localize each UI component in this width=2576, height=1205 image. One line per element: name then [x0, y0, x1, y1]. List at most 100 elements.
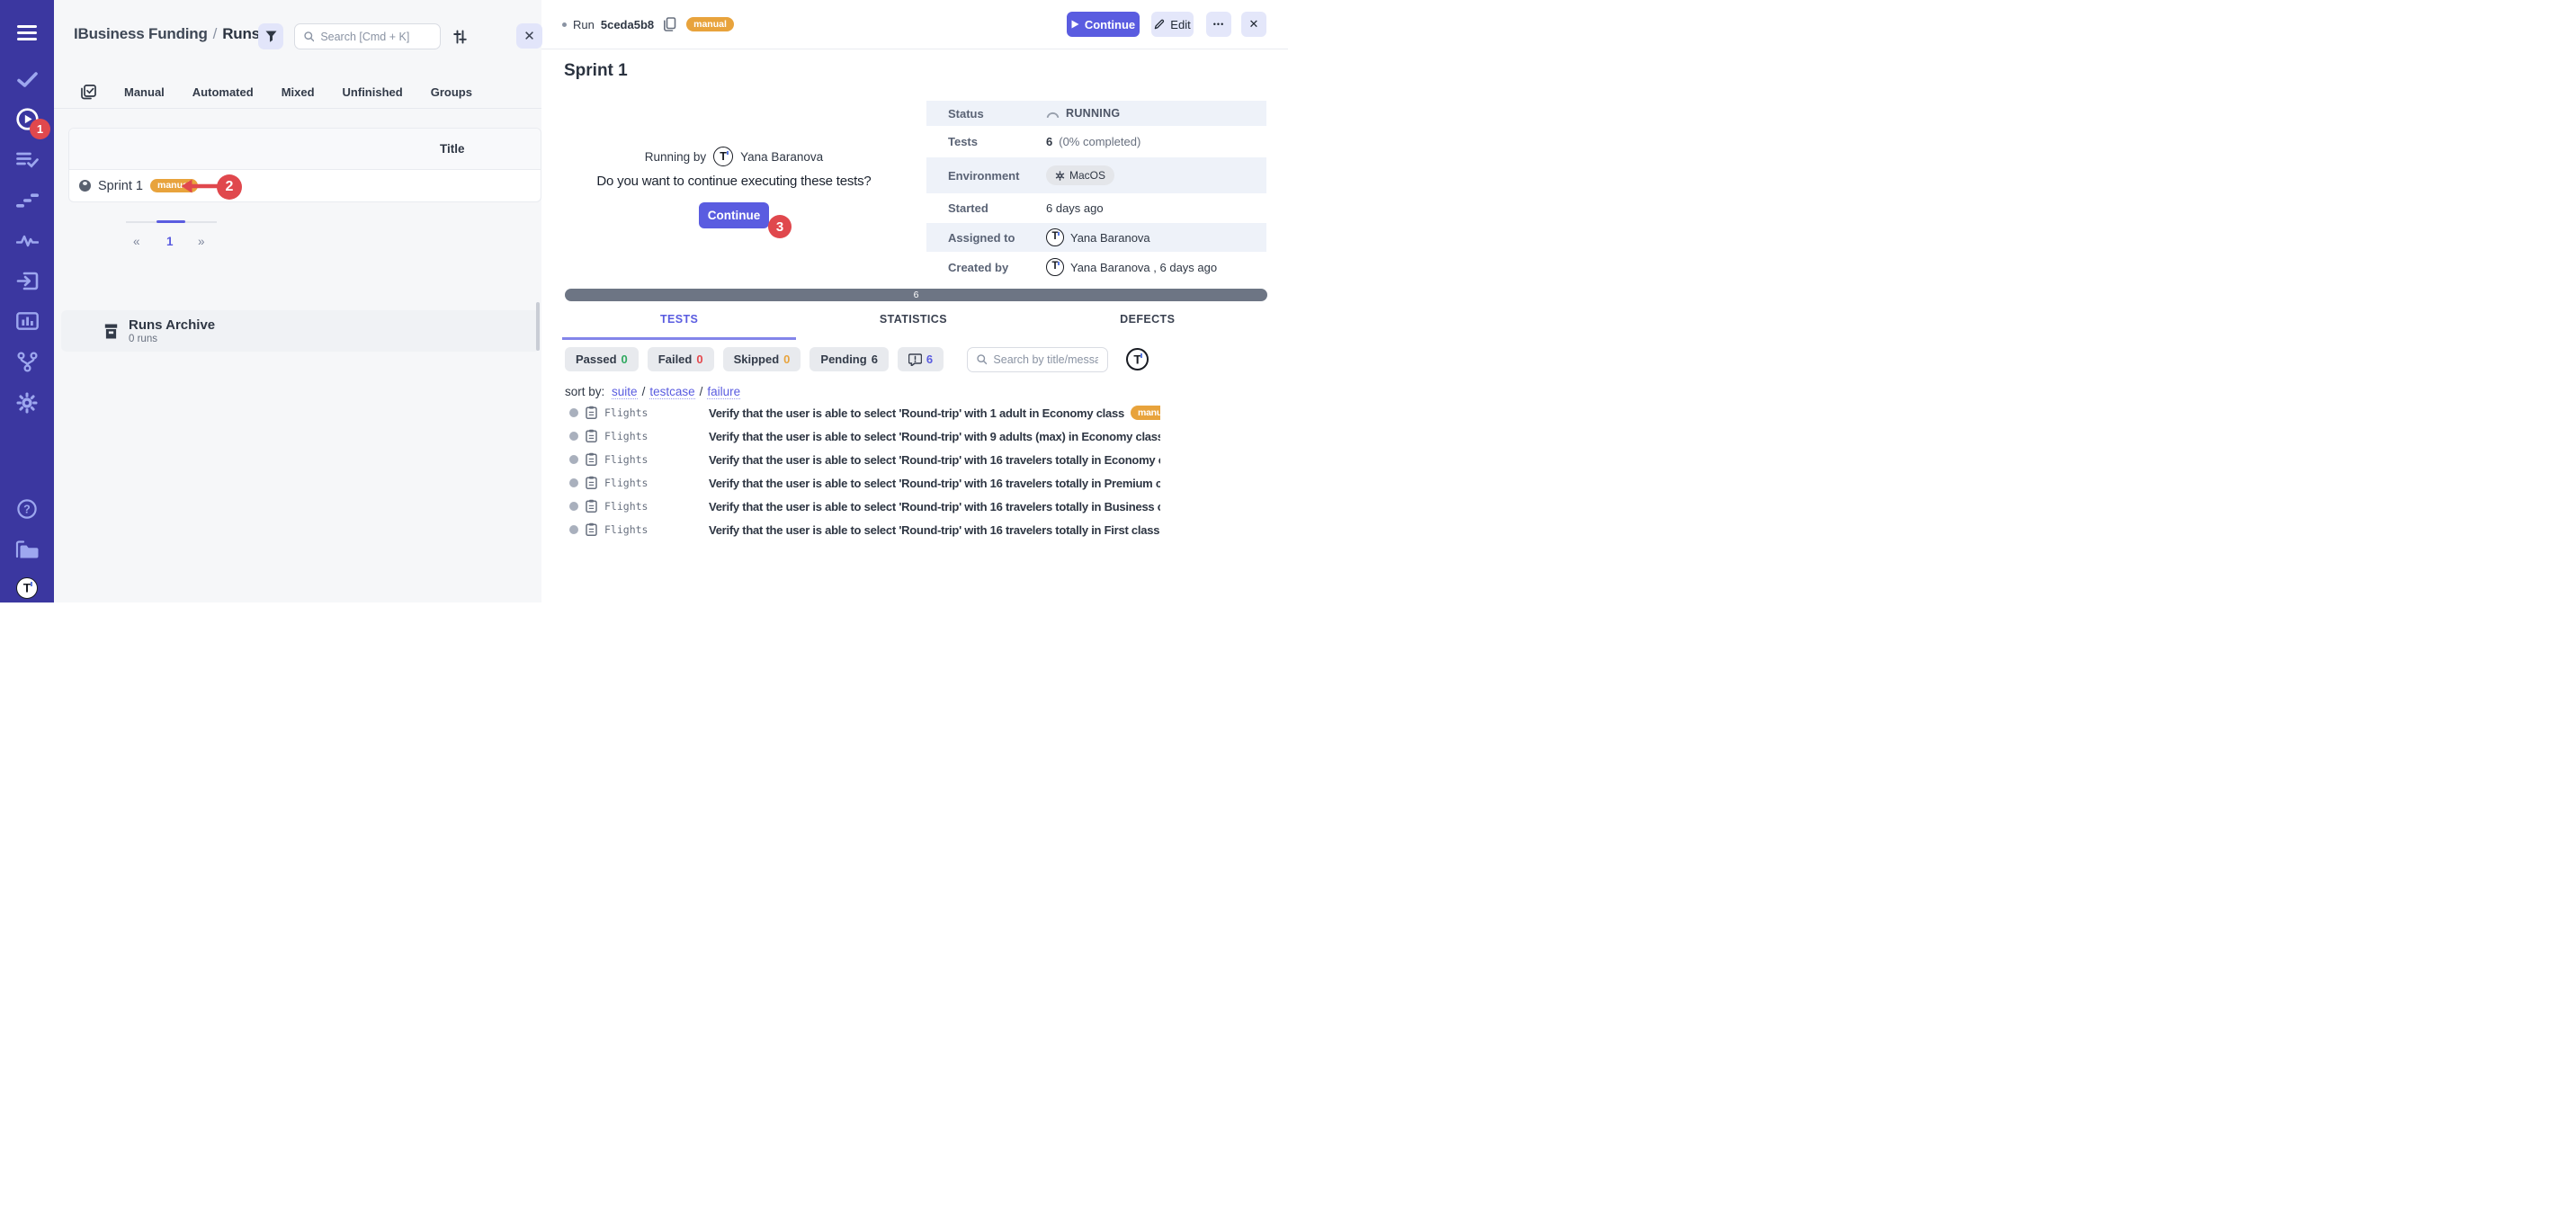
sort-by-testcase[interactable]: testcase: [649, 385, 694, 399]
tab-manual[interactable]: Manual: [124, 85, 165, 99]
run-detail-panel: Run 5ceda5b8 manual Continue Edit ••• ✕ …: [541, 0, 1288, 602]
play-icon: [1071, 20, 1079, 29]
settings-gear-icon[interactable]: [0, 392, 54, 414]
tab-unfinished[interactable]: Unfinished: [343, 85, 403, 99]
environment-badge[interactable]: MacOS: [1046, 165, 1114, 185]
import-icon[interactable]: [0, 272, 54, 290]
detail-tabs: TESTS STATISTICS DEFECTS: [562, 313, 1265, 340]
menu-icon[interactable]: [0, 23, 54, 41]
tests-search-input[interactable]: [993, 353, 1098, 366]
tab-statistics[interactable]: STATISTICS: [796, 313, 1030, 340]
milestones-steps-icon[interactable]: [0, 192, 54, 209]
left-panel-scrollbar[interactable]: [536, 302, 540, 351]
tab-mixed[interactable]: Mixed: [282, 85, 315, 99]
test-title[interactable]: Verify that the user is able to select '…: [709, 477, 1160, 490]
run-bullet-icon: [562, 22, 567, 27]
continue-center-button[interactable]: Continue: [699, 202, 769, 228]
user-avatar[interactable]: T: [0, 577, 54, 599]
runs-search-input[interactable]: [320, 31, 431, 43]
more-button[interactable]: •••: [1206, 12, 1231, 37]
test-title[interactable]: Verify that the user is able to select '…: [709, 430, 1160, 443]
suite-name[interactable]: Flights: [604, 453, 648, 466]
pending-status-icon: [569, 432, 578, 441]
help-icon[interactable]: ?: [0, 499, 54, 519]
tests-search[interactable]: [967, 347, 1108, 372]
suite-name[interactable]: Flights: [604, 406, 648, 419]
continue-button[interactable]: Continue: [1067, 12, 1140, 37]
test-row[interactable]: Flights Verify that the user is able to …: [565, 426, 1160, 446]
runner-avatar: T: [713, 147, 733, 166]
run-manual-badge: manual: [686, 17, 734, 31]
runner-name: Yana Baranova: [740, 150, 823, 164]
test-row[interactable]: Flights Verify that the user is able to …: [565, 496, 1160, 516]
reports-bar-chart-icon[interactable]: [0, 312, 54, 330]
filter-skipped[interactable]: Skipped0: [723, 347, 801, 371]
started-row: Started 6 days ago: [926, 193, 1266, 223]
suite-name[interactable]: Flights: [604, 500, 648, 513]
testcase-icon: [586, 499, 597, 517]
sort-by-failure[interactable]: failure: [707, 385, 740, 399]
test-title[interactable]: Verify that the user is able to select '…: [709, 453, 1160, 467]
projects-folder-icon[interactable]: [0, 540, 54, 558]
analytics-pulse-icon[interactable]: [0, 234, 54, 247]
sort-controls: sort by: suite/testcase/failure: [565, 385, 740, 398]
test-plans-icon[interactable]: [0, 152, 54, 169]
test-row[interactable]: Flights Verify that the user is able to …: [565, 450, 1160, 469]
close-panel-button[interactable]: ✕: [516, 23, 542, 49]
select-all-icon[interactable]: [81, 85, 96, 100]
adjustments-icon[interactable]: [452, 30, 468, 49]
test-row[interactable]: Flights Verify that the user is able to …: [565, 403, 1160, 423]
run-name[interactable]: Sprint 1: [98, 179, 143, 193]
environment-row: Environment MacOS: [926, 157, 1266, 193]
suite-name[interactable]: Flights: [604, 430, 648, 442]
test-title[interactable]: Verify that the user is able to select '…: [709, 406, 1124, 420]
suite-name[interactable]: Flights: [604, 523, 648, 536]
pending-status-icon: [569, 502, 578, 511]
pending-status-icon: [569, 455, 578, 464]
copy-icon[interactable]: [663, 17, 676, 31]
comment-icon: [908, 353, 922, 366]
running-by-label: Running by: [645, 150, 706, 164]
test-row[interactable]: Flights Verify that the user is able to …: [565, 473, 1160, 493]
pagination-indicator: [157, 220, 185, 223]
breadcrumb-project[interactable]: IBusiness Funding: [74, 25, 208, 42]
tab-automated[interactable]: Automated: [192, 85, 254, 99]
status-value: RUNNING: [1066, 107, 1120, 120]
pagination-prev[interactable]: «: [133, 235, 140, 248]
pagination-next[interactable]: »: [198, 235, 205, 248]
test-title[interactable]: Verify that the user is able to select '…: [709, 500, 1160, 513]
tests-check-icon[interactable]: [0, 72, 54, 87]
filter-failed[interactable]: Failed0: [648, 347, 714, 371]
tab-groups[interactable]: Groups: [431, 85, 472, 99]
filter-pending[interactable]: Pending6: [809, 347, 889, 371]
suite-name[interactable]: Flights: [604, 477, 648, 489]
tab-tests[interactable]: TESTS: [562, 313, 796, 340]
filter-user-avatar[interactable]: T: [1126, 348, 1149, 370]
tab-defects[interactable]: DEFECTS: [1031, 313, 1265, 340]
run-row-sprint1[interactable]: Sprint 1 manual: [69, 170, 541, 201]
runs-search[interactable]: [294, 23, 441, 49]
runs-table: Title Sprint 1 manual: [68, 128, 541, 202]
runs-archive[interactable]: Runs Archive 0 runs: [61, 310, 540, 352]
creator-avatar: T: [1046, 258, 1064, 276]
run-detail-header: Run 5ceda5b8 manual Continue Edit ••• ✕: [541, 0, 1288, 49]
filter-passed[interactable]: Passed0: [565, 347, 639, 371]
continue-question: Do you want to continue executing these …: [541, 174, 926, 189]
assignee-avatar: T: [1046, 228, 1064, 246]
environment-name: MacOS: [1069, 169, 1105, 182]
sort-by-suite[interactable]: suite: [612, 385, 638, 399]
running-by-line: Running by T Yana Baranova: [541, 147, 926, 166]
close-detail-button[interactable]: ✕: [1241, 12, 1266, 37]
branches-git-icon[interactable]: [0, 352, 54, 372]
runs-panel: IBusiness Funding/Runs ✕ Manual Automate…: [54, 0, 541, 602]
test-row[interactable]: Flights Verify that the user is able to …: [565, 520, 1160, 540]
filter-comments[interactable]: 6: [898, 347, 944, 371]
pagination-page-1[interactable]: 1: [166, 235, 174, 248]
result-filters: Passed0 Failed0 Skipped0 Pending6 6 T: [565, 347, 1149, 371]
testcase-icon: [586, 406, 597, 424]
edit-button[interactable]: Edit: [1151, 12, 1194, 37]
run-status-icon: [79, 180, 91, 192]
created-row: Created by T Yana Baranova , 6 days ago: [926, 252, 1266, 282]
filter-button[interactable]: [258, 23, 283, 49]
test-title[interactable]: Verify that the user is able to select '…: [709, 523, 1159, 537]
